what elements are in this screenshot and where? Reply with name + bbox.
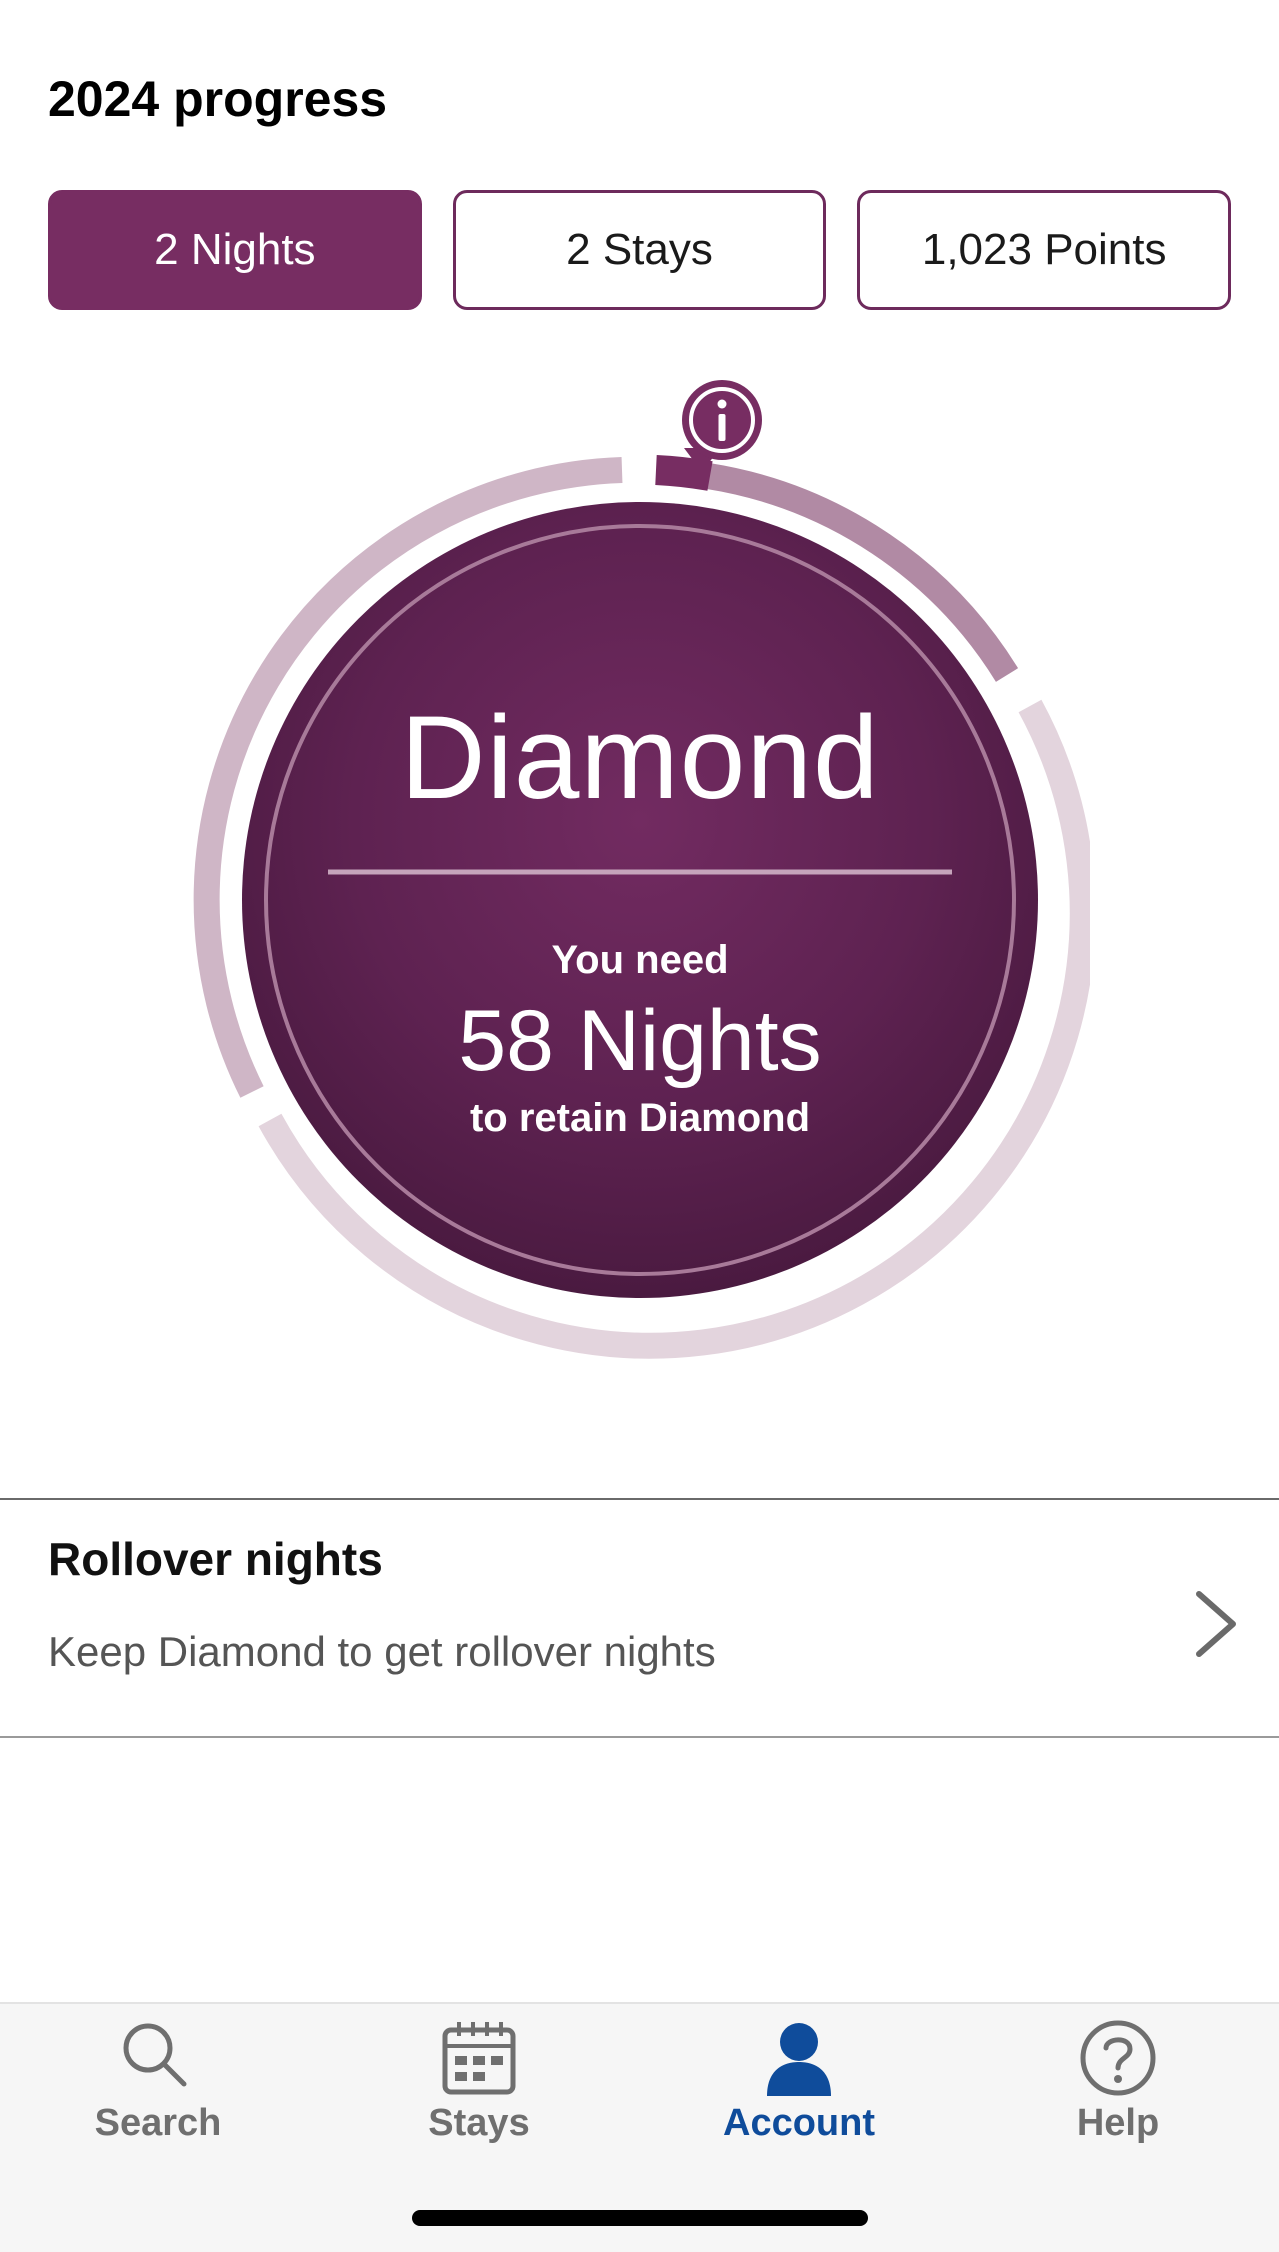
search-icon [123, 2023, 187, 2087]
tier-name: Diamond [400, 692, 880, 824]
rollover-subtitle: Keep Diamond to get rollover nights [48, 1628, 716, 1675]
rollover-title: Rollover nights [48, 1533, 383, 1585]
rollover-nights-row[interactable]: Rollover nights Keep Diamond to get roll… [0, 1498, 1279, 1738]
tier-disc [242, 502, 1038, 1298]
chevron-right-icon [1196, 1591, 1236, 1657]
tabbar-label-stays: Stays [428, 2102, 530, 2144]
progress-ring-graphic [193, 380, 1090, 1359]
tabbar-label-account: Account [723, 2102, 875, 2144]
nights-needed: 58 Nights [458, 993, 822, 1089]
info-pin[interactable] [682, 380, 762, 472]
progress-tabs: 2 Nights 2 Stays 1,023 Points [48, 190, 1232, 310]
tabbar-item-stays[interactable]: Stays [369, 2018, 589, 2145]
need-suffix: to retain Diamond [469, 1096, 811, 1140]
tier-progress-ring: Diamond You need 58 Nights to retain Dia… [190, 370, 1090, 1360]
need-label: You need [551, 938, 729, 982]
tabbar-label-help: Help [1076, 2102, 1160, 2144]
home-indicator [412, 2210, 868, 2226]
tab-nights[interactable]: 2 Nights [48, 190, 422, 310]
tabbar-item-help[interactable]: Help [1008, 2018, 1228, 2145]
tabbar-item-search[interactable]: Search [48, 2018, 268, 2145]
tab-stays[interactable]: 2 Stays [452, 190, 827, 310]
account-icon [767, 2023, 831, 2096]
tabbar-item-account[interactable]: Account [689, 2018, 909, 2145]
calendar-icon [442, 2022, 516, 2095]
page-title: 2024 progress [48, 71, 388, 127]
tabbar-label-search: Search [94, 2102, 222, 2144]
help-icon [1080, 2020, 1156, 2096]
tab-points[interactable]: 1,023 Points [857, 190, 1232, 310]
